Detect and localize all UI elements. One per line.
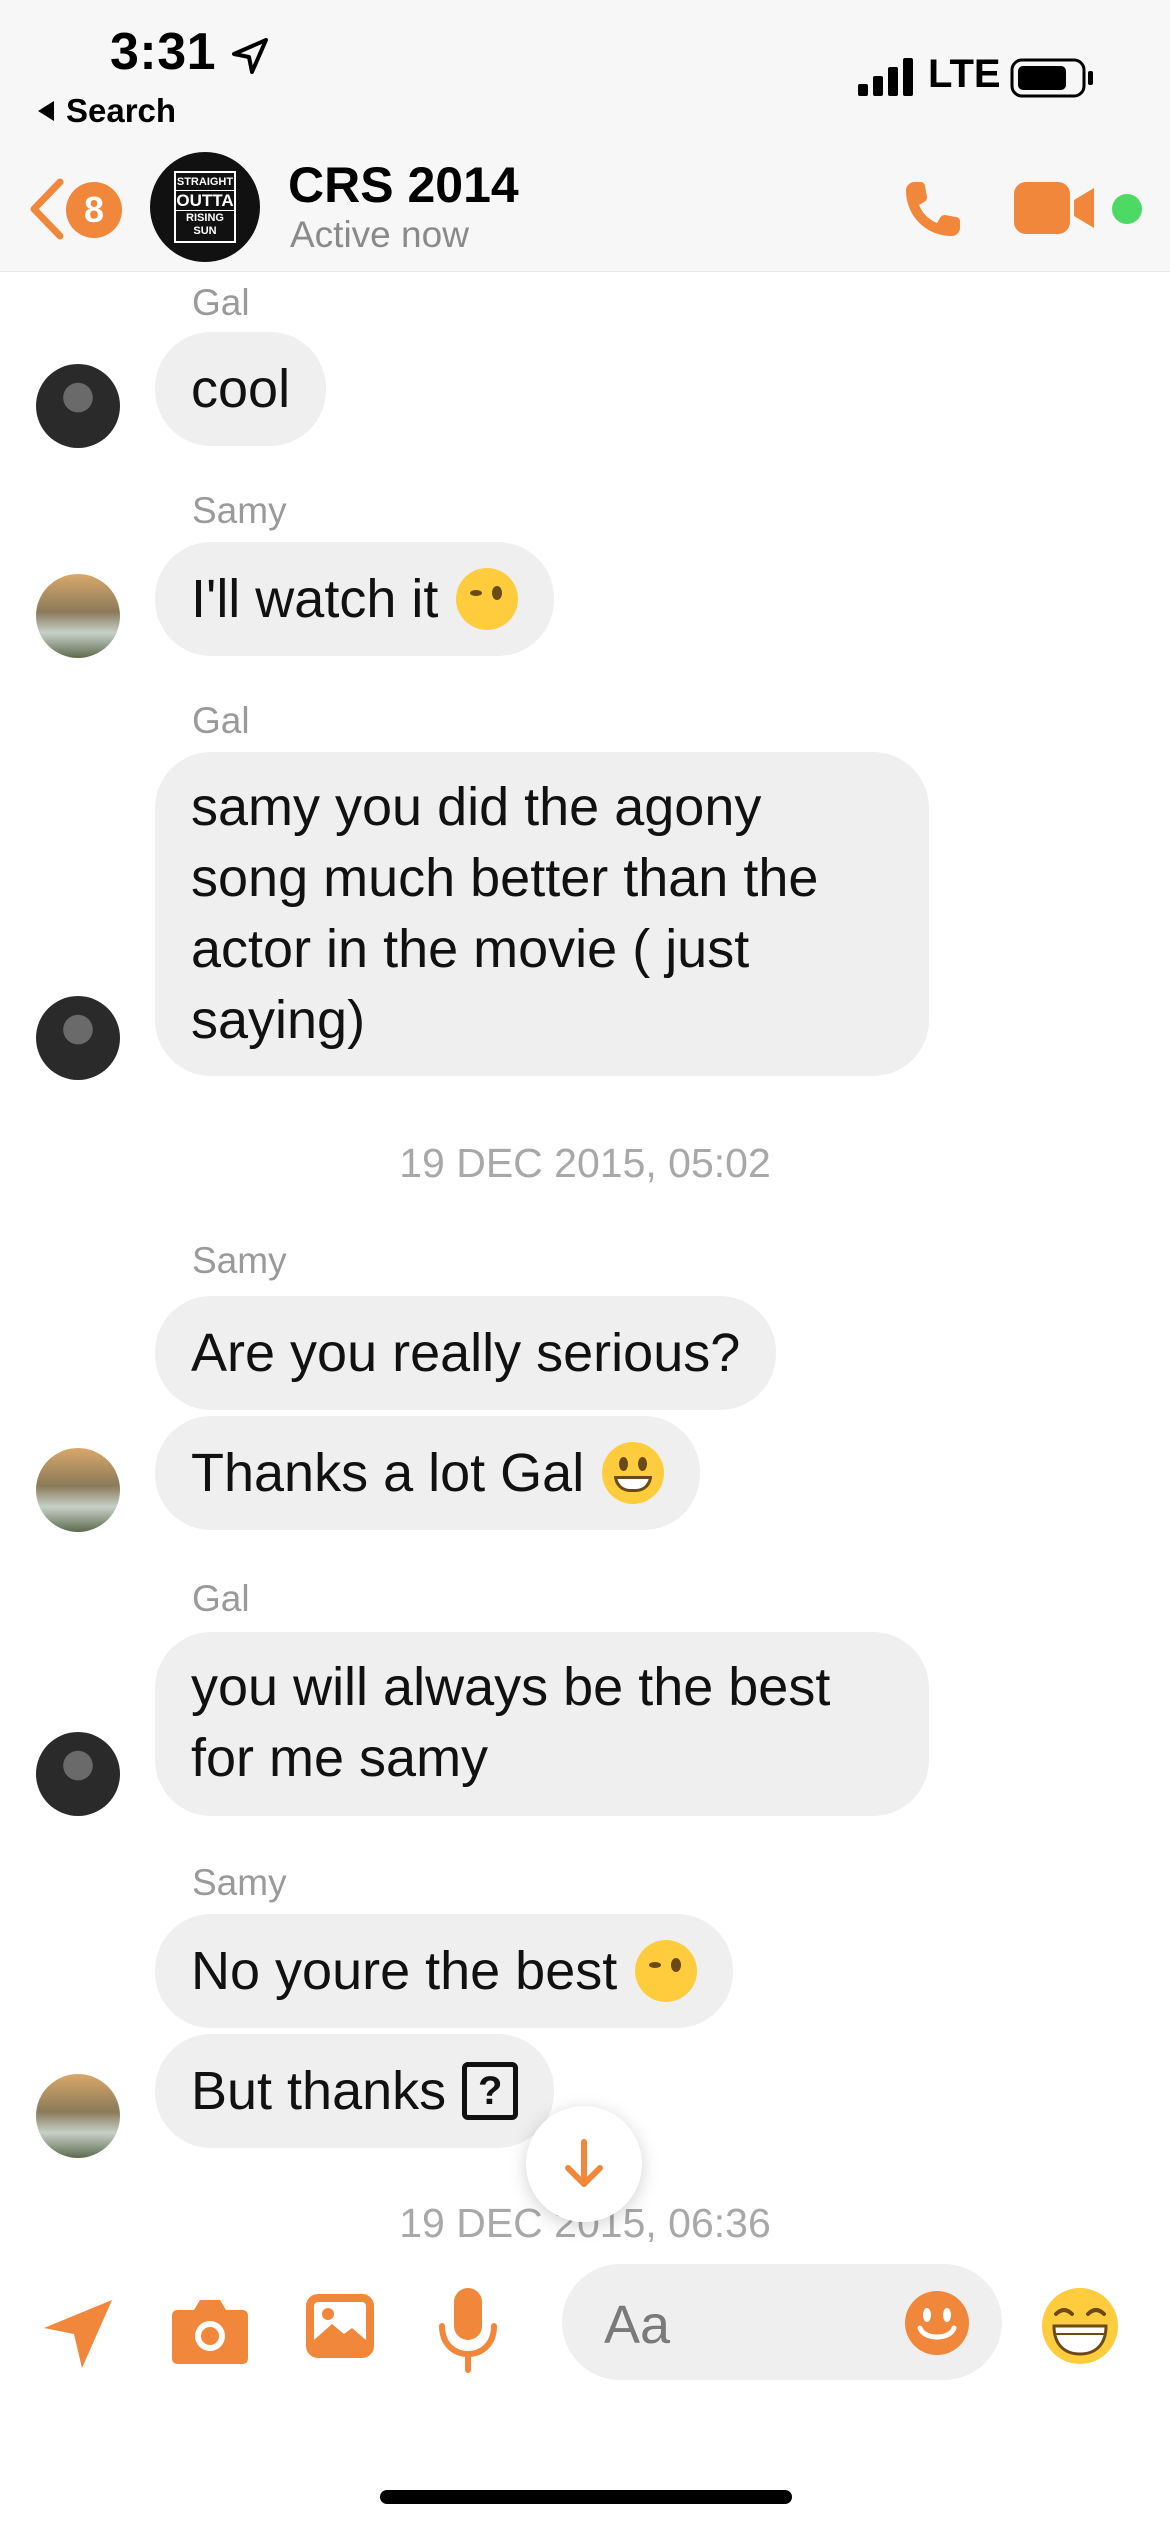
message-text: But thanks <box>191 2060 447 2121</box>
emoji-picker-icon[interactable] <box>904 2290 970 2356</box>
logo-line-2: OUTTA <box>176 190 234 211</box>
phone-call-icon[interactable] <box>900 176 966 242</box>
message-input[interactable]: Aa <box>562 2264 1002 2380</box>
avatar-samy[interactable] <box>36 2074 120 2158</box>
message-line: you will always be the best <box>191 1657 831 1717</box>
scroll-to-bottom-button[interactable] <box>526 2106 642 2222</box>
message-bubble[interactable]: But thanks ? <box>155 2034 555 2148</box>
grin-emoji-icon <box>602 1442 665 1504</box>
group-logo: STRAIGHT OUTTA RISING SUN <box>174 171 236 243</box>
chat-title[interactable]: CRS 2014 <box>288 156 519 214</box>
avatar-samy[interactable] <box>36 1448 120 1532</box>
wink-emoji-icon <box>635 1940 698 2002</box>
message-bubble[interactable]: samy you did the agony song much better … <box>155 752 929 1076</box>
message-line: song much better than the <box>191 848 819 908</box>
photo-gallery-icon[interactable] <box>304 2290 376 2362</box>
message-text: I'll watch it <box>191 568 439 629</box>
home-indicator[interactable] <box>380 2490 792 2504</box>
message-text: Thanks a lot Gal <box>191 1442 585 1503</box>
sender-name: Samy <box>192 490 287 531</box>
message-bubble[interactable]: No youre the best <box>155 1914 734 2028</box>
message-bubble[interactable]: you will always be the best for me samy <box>155 1632 929 1816</box>
active-status-dot <box>1112 194 1142 224</box>
sender-name: Samy <box>192 1240 287 1281</box>
battery-icon <box>1010 58 1093 98</box>
status-time: 3:31 <box>110 23 217 81</box>
quick-reaction-emoji-icon[interactable] <box>1040 2286 1120 2366</box>
sender-name: Gal <box>192 1578 250 1619</box>
logo-line-3: RISING SUN <box>186 212 224 237</box>
message-line: saying) <box>191 990 366 1050</box>
message-bubble[interactable]: Are you really serious? <box>155 1296 777 1410</box>
message-text: cool <box>191 358 291 419</box>
sender-name: Gal <box>192 700 250 741</box>
message-line: samy you did the agony <box>191 777 762 837</box>
back-to-search-label: Search <box>66 92 177 129</box>
avatar-samy[interactable] <box>36 574 120 658</box>
camera-icon[interactable] <box>170 2294 250 2366</box>
status-bar: 3:31 Search LTE <box>0 0 1170 150</box>
back-button[interactable]: 8 <box>22 172 132 242</box>
unsupported-character-glyph: ? <box>462 2062 519 2120</box>
arrow-down-icon <box>565 2139 603 2187</box>
message-thread[interactable]: Gal cool Samy I'll watch it Gal samy you… <box>0 272 1170 2242</box>
sender-name: Gal <box>192 282 250 323</box>
network-type: LTE <box>928 52 1001 96</box>
location-arrow-icon <box>232 38 268 74</box>
chat-status: Active now <box>290 214 469 255</box>
wink-emoji-icon <box>456 568 519 630</box>
message-input-placeholder: Aa <box>604 2295 671 2355</box>
sender-name: Samy <box>192 1862 287 1903</box>
message-line: actor in the movie ( just <box>191 919 750 979</box>
send-location-icon[interactable] <box>38 2294 118 2374</box>
avatar-gal[interactable] <box>36 996 120 1080</box>
message-bubble[interactable]: cool <box>155 332 327 446</box>
message-composer: Aa <box>0 2242 1170 2532</box>
message-bubble[interactable]: Thanks a lot Gal <box>155 1416 701 1530</box>
chat-header: 8 STRAIGHT OUTTA RISING SUN CRS 2014 Act… <box>0 150 1170 272</box>
microphone-icon[interactable] <box>436 2286 500 2376</box>
message-bubble[interactable]: I'll watch it <box>155 542 555 656</box>
avatar-gal[interactable] <box>36 1732 120 1816</box>
unread-count-badge: 8 <box>66 182 122 238</box>
back-to-search-link[interactable]: Search <box>38 92 176 130</box>
cellular-signal-icon <box>858 58 913 96</box>
chevron-left-icon <box>30 178 64 240</box>
group-avatar[interactable]: STRAIGHT OUTTA RISING SUN <box>150 152 260 262</box>
timestamp-divider: 19 DEC 2015, 05:02 <box>399 1140 771 1186</box>
message-text: No youre the best <box>191 1940 618 2001</box>
avatar-gal[interactable] <box>36 364 120 448</box>
back-triangle-icon <box>38 101 54 121</box>
logo-line-1: STRAIGHT <box>176 176 234 188</box>
message-text: Are you really serious? <box>191 1322 741 1383</box>
video-call-icon[interactable] <box>1014 180 1096 236</box>
message-line: for me samy <box>191 1728 489 1788</box>
